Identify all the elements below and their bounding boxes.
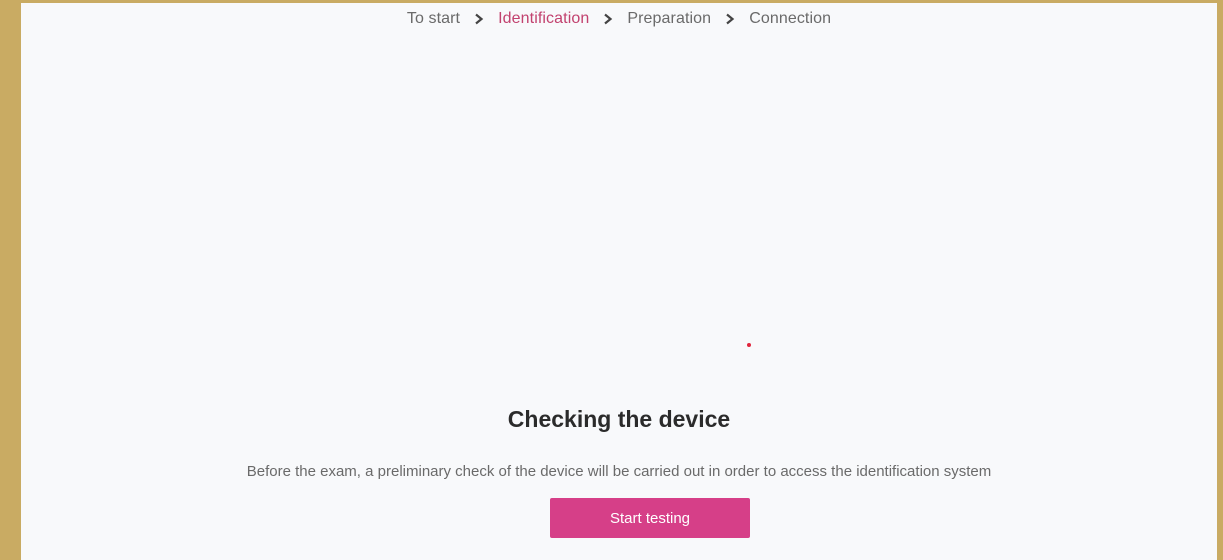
chevron-right-icon: [711, 9, 749, 29]
breadcrumb-item-identification[interactable]: Identification: [498, 9, 589, 29]
loading-indicator-dot: [747, 343, 751, 347]
breadcrumb-item-preparation[interactable]: Preparation: [627, 9, 711, 29]
breadcrumb-item-to-start[interactable]: To start: [407, 9, 460, 29]
start-testing-button[interactable]: Start testing: [550, 498, 750, 538]
page-title: Checking the device: [507, 406, 731, 432]
breadcrumb-item-connection[interactable]: Connection: [749, 9, 831, 29]
chevron-right-icon: [589, 9, 627, 29]
breadcrumb: To start Identification Preparation Conn…: [21, 9, 1217, 29]
main-panel: To start Identification Preparation Conn…: [21, 3, 1217, 560]
page-description: Before the exam, a preliminary check of …: [246, 463, 992, 480]
window-frame: To start Identification Preparation Conn…: [0, 0, 1223, 560]
chevron-right-icon: [460, 9, 498, 29]
